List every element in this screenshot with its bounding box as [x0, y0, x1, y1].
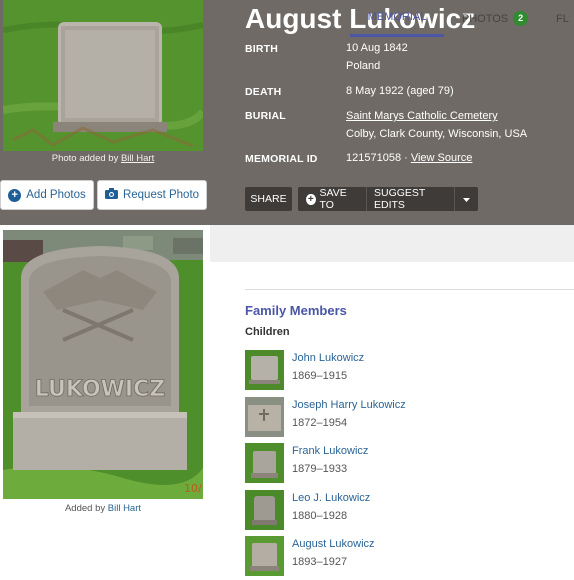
request-photo-button[interactable]: Request Photo [97, 180, 207, 210]
caret-down-icon [463, 193, 470, 205]
save-to-button[interactable]: + SAVE TO [298, 187, 366, 211]
burial-location: Colby, Clark County, Wisconsin, USA [346, 128, 528, 140]
member-years: 1893–1927 [292, 556, 348, 568]
member-name-link[interactable]: Joseph Harry Lukowicz [292, 399, 406, 411]
added-by-link[interactable]: Bill Hart [108, 503, 141, 514]
caption-prefix: Photo added by [51, 153, 119, 164]
date-stamp: 10/ [184, 482, 202, 495]
birth-value: 10 Aug 1842 Poland [346, 39, 408, 75]
family-member-item[interactable]: Frank Lukowicz 1879–1933 [245, 443, 565, 483]
view-source-link[interactable]: View Source [411, 152, 473, 164]
burial-value: Saint Marys Catholic Cemetery Colby, Cla… [346, 107, 527, 143]
add-photos-button[interactable]: + Add Photos [0, 180, 94, 210]
request-photo-label: Request Photo [122, 189, 200, 201]
family-member-item[interactable]: John Lukowicz 1869–1915 [245, 350, 565, 390]
member-name-link[interactable]: Leo J. Lukowicz [292, 492, 370, 504]
death-label: DEATH [245, 86, 282, 98]
member-name-link[interactable]: John Lukowicz [292, 352, 364, 364]
member-photo-thumb[interactable] [245, 536, 284, 576]
memorial-tabs [210, 225, 574, 262]
family-member-item[interactable]: August Lukowicz 1893–1927 [245, 536, 565, 576]
member-years: 1872–1954 [292, 417, 348, 429]
tab-photos-label: PHOTOS [461, 12, 509, 25]
member-photo-thumb[interactable] [245, 397, 284, 437]
member-years: 1869–1915 [292, 370, 348, 382]
family-members-heading: Family Members [245, 303, 347, 318]
camera-icon [104, 188, 118, 202]
photos-count-badge: 2 [513, 11, 529, 26]
added-by-prefix: Added by [64, 503, 106, 514]
add-photos-label: Add Photos [26, 189, 86, 201]
member-years: 1879–1933 [292, 463, 348, 475]
tab-flowers-label: FL [556, 12, 569, 25]
member-name-link[interactable]: August Lukowicz [292, 538, 375, 550]
added-by-caption: Added by Bill Hart [3, 503, 203, 514]
member-photo-thumb[interactable] [245, 350, 284, 390]
family-member-item[interactable]: Joseph Harry Lukowicz 1872–1954 [245, 397, 565, 437]
memorial-id-value: 121571058 · View Source [346, 149, 472, 167]
birth-label: BIRTH [245, 43, 279, 55]
family-member-item[interactable]: Leo J. Lukowicz 1880–1928 [245, 490, 565, 530]
memorial-id-label: MEMORIAL ID [245, 153, 318, 165]
share-label: SHARE [250, 193, 287, 205]
headstone-photo[interactable] [3, 0, 203, 151]
death-value: 8 May 1922 (aged 79) [346, 85, 454, 97]
suggest-edits-label: SUGGEST EDITS [374, 187, 426, 211]
burial-label: BURIAL [245, 110, 286, 122]
plus-circle-icon: + [306, 193, 316, 205]
tab-memorial-label: MEMORIAL [367, 11, 427, 23]
photo-caption: Photo added by Bill Hart [3, 153, 203, 164]
member-name-link[interactable]: Frank Lukowicz [292, 445, 368, 457]
member-photo-thumb[interactable] [245, 490, 284, 530]
birth-place: Poland [346, 60, 381, 72]
birth-date: 10 Aug 1842 [346, 42, 408, 54]
photo-author-link[interactable]: Bill Hart [121, 153, 154, 164]
cemetery-link[interactable]: Saint Marys Catholic Cemetery [346, 110, 498, 122]
stone-inscription: LUKOWICZ [35, 377, 165, 402]
suggest-edits-button[interactable]: SUGGEST EDITS [367, 187, 454, 211]
memorial-id: 121571058 · [346, 152, 408, 164]
section-divider [245, 289, 574, 290]
save-edit-group: + SAVE TO SUGGEST EDITS [298, 187, 478, 211]
share-button[interactable]: SHARE [245, 187, 292, 211]
headstone-large-photo[interactable]: LUKOWICZ 10/ [3, 230, 203, 499]
children-heading: Children [245, 326, 290, 338]
plus-circle-icon: + [8, 188, 22, 202]
tab-flowers[interactable]: FL [556, 0, 574, 37]
more-options-button[interactable] [455, 187, 478, 211]
save-to-label: SAVE TO [319, 187, 347, 211]
tab-memorial[interactable]: MEMORIAL [350, 0, 444, 37]
tab-photos[interactable]: PHOTOS 2 [450, 0, 540, 37]
member-photo-thumb[interactable] [245, 443, 284, 483]
member-years: 1880–1928 [292, 510, 348, 522]
